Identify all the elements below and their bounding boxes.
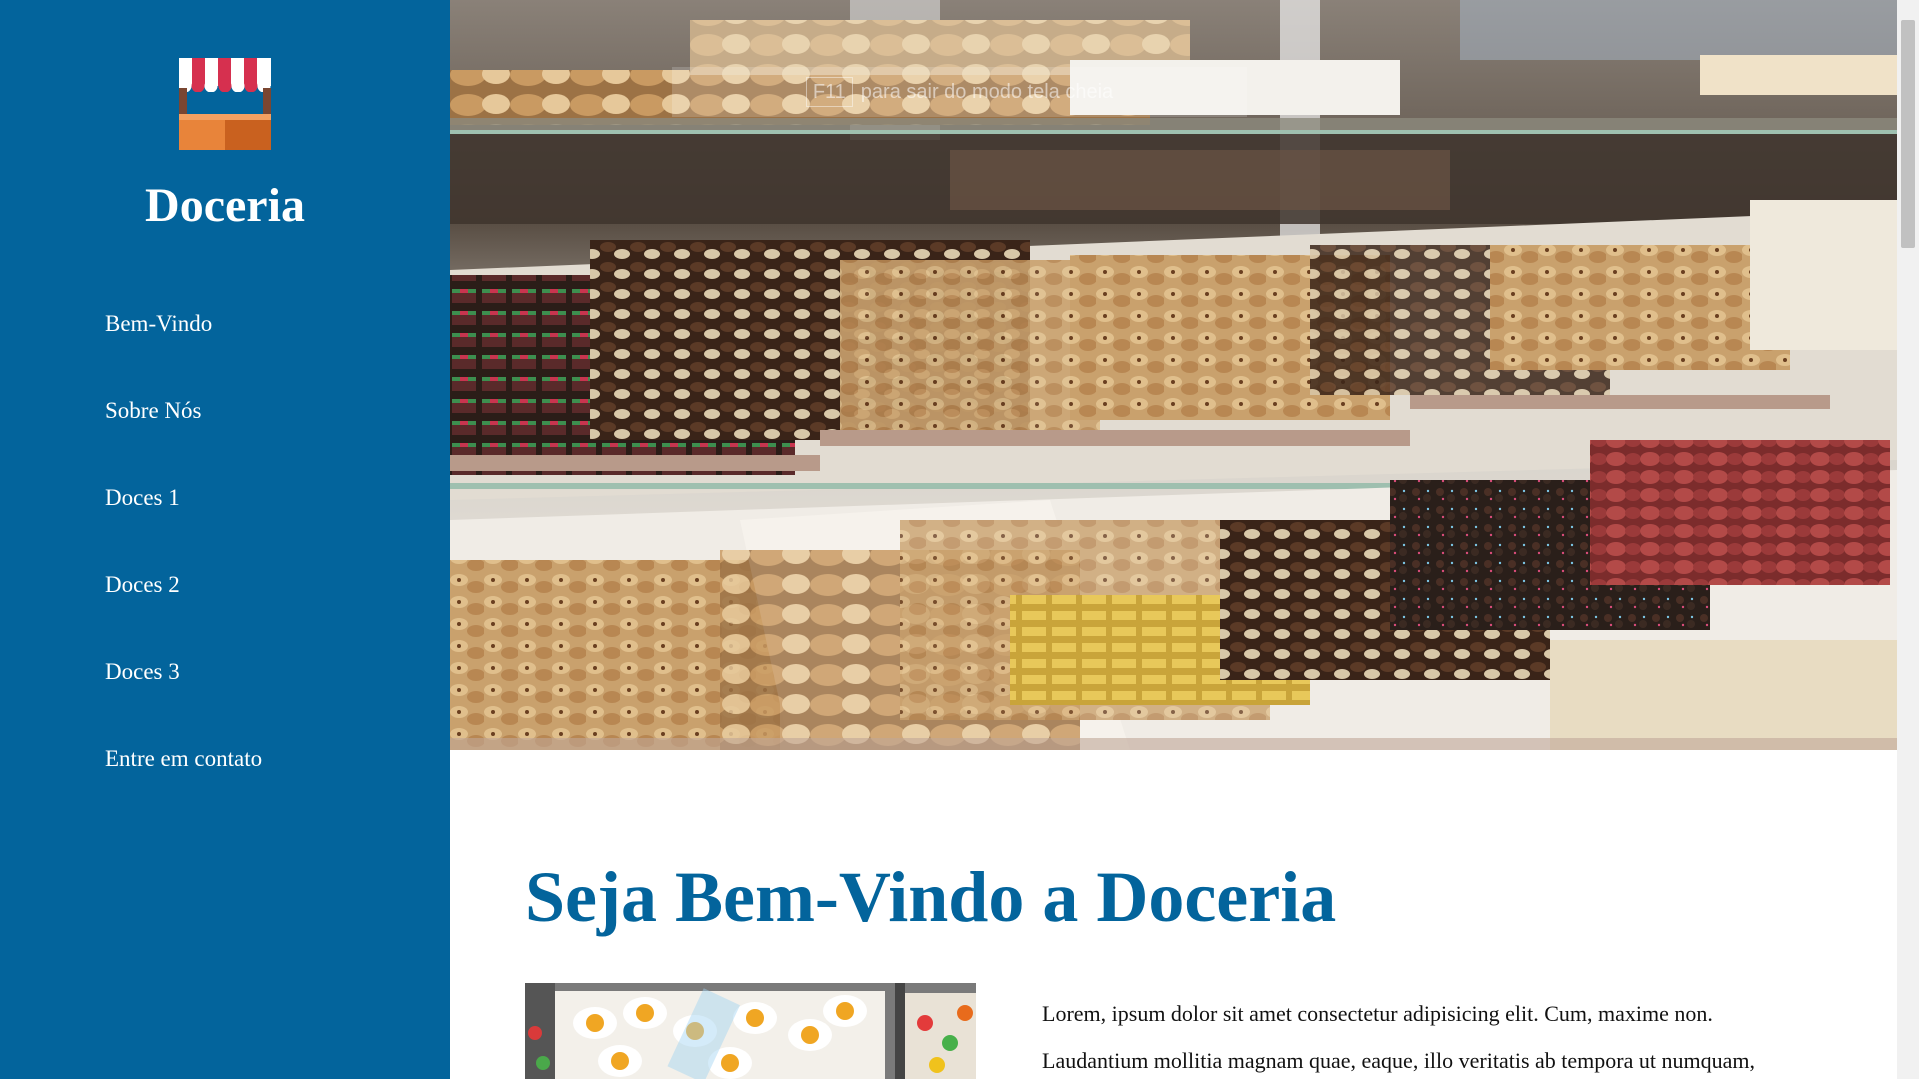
nav-item-sobre-nos[interactable]: Sobre Nós bbox=[105, 387, 262, 474]
hero-image: F11 para sair do modo tela cheia bbox=[450, 0, 1897, 750]
sidebar-nav: Bem-Vindo Sobre Nós Doces 1 Doces 2 Doce… bbox=[105, 300, 262, 822]
nav-item-doces-2[interactable]: Doces 2 bbox=[105, 561, 262, 648]
candy-image bbox=[525, 983, 976, 1079]
fullscreen-hint-key: F11 bbox=[805, 77, 853, 107]
welcome-paragraph: Lorem, ipsum dolor sit amet consectetur … bbox=[1042, 990, 1822, 1079]
vertical-scrollbar[interactable] bbox=[1897, 0, 1919, 1079]
sidebar: Doceria Bem-Vindo Sobre Nós Doces 1 Doce… bbox=[0, 0, 450, 1079]
nav-item-doces-3[interactable]: Doces 3 bbox=[105, 648, 262, 735]
brand-title[interactable]: Doceria bbox=[0, 176, 450, 236]
nav-item-bem-vindo[interactable]: Bem-Vindo bbox=[105, 300, 262, 387]
scrollbar-thumb[interactable] bbox=[1901, 20, 1915, 248]
fullscreen-hint-text: para sair do modo tela cheia bbox=[860, 81, 1114, 103]
page: Doceria Bem-Vindo Sobre Nós Doces 1 Doce… bbox=[0, 0, 1919, 1079]
fullscreen-hint: F11 para sair do modo tela cheia bbox=[672, 67, 1247, 117]
nav-item-contato[interactable]: Entre em contato bbox=[105, 735, 262, 822]
paragraph-line-2: Laudantium mollitia magnam quae, eaque, … bbox=[1042, 1048, 1755, 1073]
nav-item-doces-1[interactable]: Doces 1 bbox=[105, 474, 262, 561]
paragraph-line-1: Lorem, ipsum dolor sit amet consectetur … bbox=[1042, 1001, 1713, 1026]
shop-stall-icon[interactable] bbox=[178, 58, 271, 150]
welcome-title: Seja Bem-Vindo a Doceria bbox=[525, 857, 1337, 937]
